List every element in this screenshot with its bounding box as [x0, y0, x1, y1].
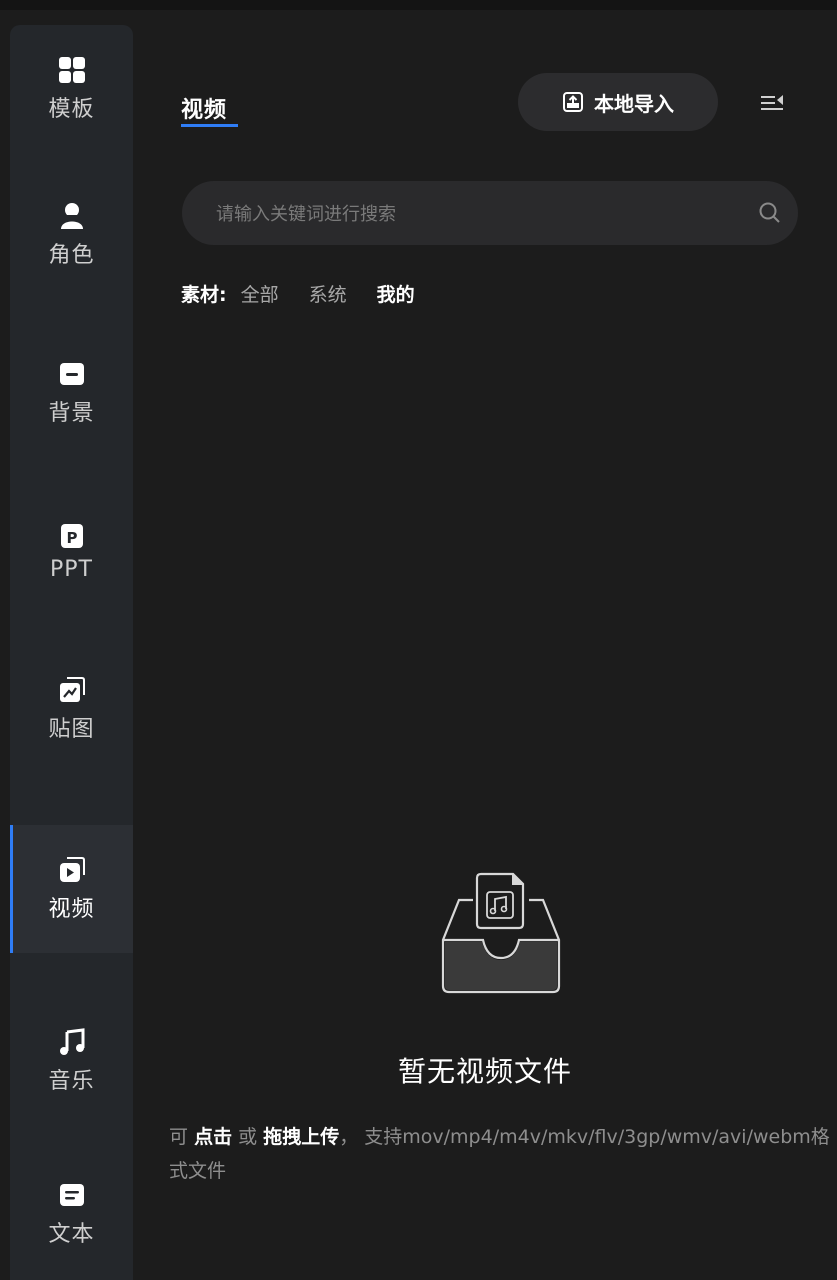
tab-video[interactable]: 视频	[181, 92, 227, 124]
local-import-button[interactable]: 本地导入	[518, 73, 718, 131]
top-bar	[0, 0, 837, 10]
sidebar-item-sticker[interactable]: 贴图	[10, 645, 133, 773]
sidebar-item-label: 模板	[48, 97, 95, 122]
sidebar-item-video[interactable]: 视频	[10, 825, 133, 953]
hint-comma: ，	[339, 1126, 359, 1148]
sidebar-item-character[interactable]: 角色	[10, 171, 133, 299]
filter-option-system[interactable]: 系统	[309, 280, 347, 307]
sidebar-item-music[interactable]: 音乐	[10, 997, 133, 1125]
empty-inbox-icon	[441, 872, 561, 994]
sidebar-item-label: 音乐	[48, 1069, 95, 1094]
sticker-icon	[59, 677, 85, 702]
sidebar-item-label: 角色	[48, 243, 95, 268]
hint-or: 或	[238, 1126, 258, 1148]
search-input[interactable]	[214, 181, 738, 247]
filter-label: 素材:	[181, 284, 227, 306]
tab-active-indicator	[181, 124, 238, 127]
click-upload-link[interactable]: 点击	[194, 1126, 232, 1148]
sidebar-item-background[interactable]: 背景	[10, 329, 133, 457]
person-icon	[60, 203, 83, 229]
video-icon	[59, 857, 85, 882]
material-filter: 素材: 全部 系统 我的	[181, 280, 445, 307]
sidebar-item-label: 文本	[48, 1222, 95, 1247]
search-box	[182, 181, 798, 247]
sidebar-item-label: 背景	[48, 401, 95, 426]
ppt-icon: P	[60, 523, 83, 548]
sidebar-item-label: 贴图	[48, 717, 95, 742]
import-button-label: 本地导入	[594, 91, 674, 116]
text-icon	[59, 1184, 84, 1206]
sidebar-item-label: 视频	[48, 897, 95, 922]
music-note-icon	[59, 1028, 84, 1055]
upload-hint: 可 点击 或 拖拽上传， 支持mov/mp4/m4v/mkv/flv/3gp/w…	[169, 1120, 835, 1188]
upload-icon	[563, 92, 583, 112]
template-grid-icon	[58, 57, 85, 83]
svg-text:P: P	[66, 529, 77, 547]
hint-prefix: 可	[169, 1126, 189, 1148]
drag-upload-link[interactable]: 拖拽上传	[263, 1126, 339, 1148]
sidebar-item-label: PPT	[50, 556, 93, 582]
sidebar-item-template[interactable]: 模板	[10, 25, 133, 153]
filter-option-mine[interactable]: 我的	[377, 280, 415, 307]
sidebar: 模板 角色 背景 P PPT 贴图 视频 音乐 文本	[10, 25, 133, 1280]
empty-state-title: 暂无视频文件	[397, 1055, 572, 1088]
sidebar-item-ppt[interactable]: P PPT	[10, 487, 133, 615]
main-panel: 视频 本地导入 素材: 全部 系统 我的	[133, 10, 837, 1280]
collapse-panel-icon[interactable]	[759, 90, 785, 116]
search-icon[interactable]	[758, 201, 782, 225]
filter-option-all[interactable]: 全部	[241, 280, 279, 307]
background-icon	[59, 363, 84, 385]
sidebar-item-text[interactable]: 文本	[10, 1150, 133, 1278]
